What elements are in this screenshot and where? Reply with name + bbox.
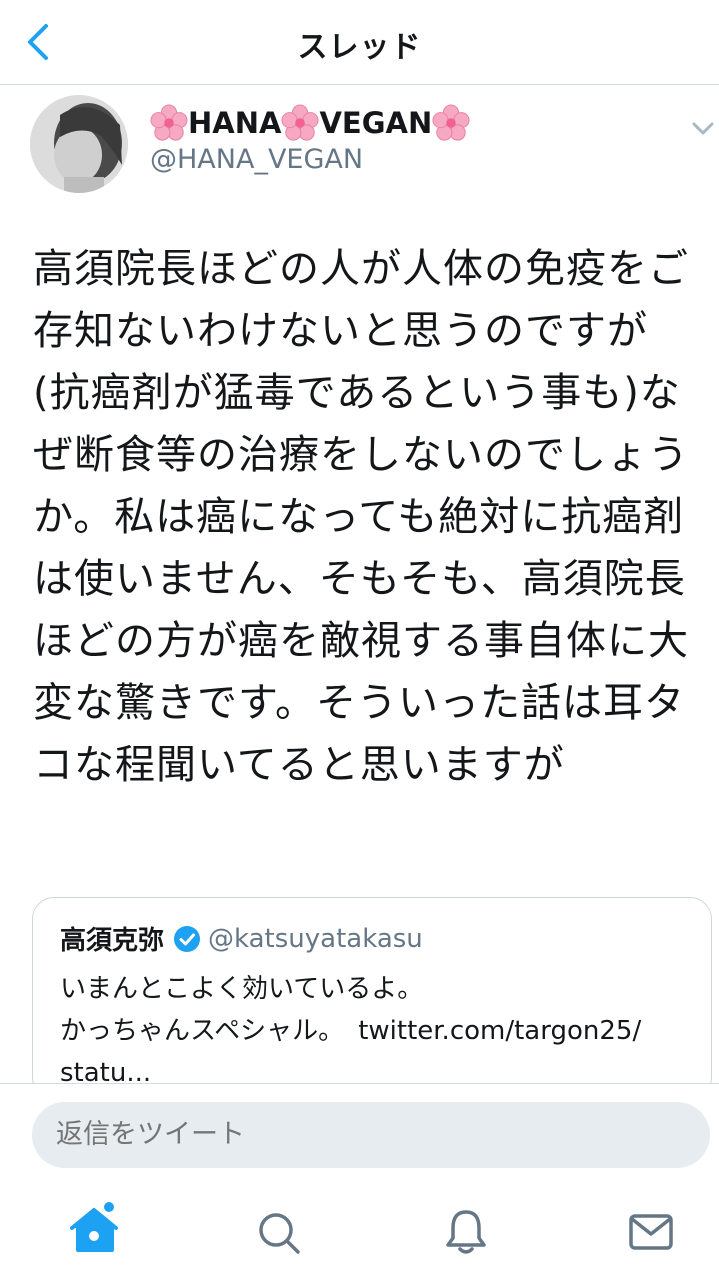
author-name[interactable]: HANA VEGAN [150, 104, 470, 142]
quoted-line-2-text: かっちゃんスペシャル。 [60, 1016, 345, 1046]
more-options-button[interactable] [688, 118, 718, 140]
messages-icon [629, 1214, 673, 1250]
chevron-down-icon [692, 122, 714, 135]
quoted-link[interactable]: twitter.com/targon25/ [358, 1016, 641, 1046]
quoted-tweet[interactable]: 高須克弥 @katsuyatakasu いまんとこよく効いているよ。 かっちゃん… [32, 897, 712, 1099]
author-handle[interactable]: @HANA_VEGAN [150, 144, 363, 175]
quoted-tweet-header: 高須克弥 @katsuyatakasu [60, 920, 423, 957]
home-icon [70, 1202, 118, 1252]
cherry-blossom-icon [150, 104, 188, 141]
display-name-part2: VEGAN [319, 106, 433, 140]
cherry-blossom-icon [281, 104, 319, 141]
cherry-blossom-icon [432, 104, 470, 141]
notifications-icon [446, 1210, 486, 1254]
avatar-photo [30, 95, 128, 193]
reply-input[interactable] [32, 1102, 710, 1168]
display-name-part1: HANA [188, 106, 282, 140]
quoted-line-2: かっちゃんスペシャル。 twitter.com/targon25/ [60, 1010, 700, 1052]
avatar[interactable] [30, 95, 128, 193]
page-title: スレッド [297, 30, 422, 65]
tweet-text: 高須院長ほどの人が人体の免疫をご存知ないわけないと思うのですが(抗癌剤が猛毒であ… [33, 246, 689, 788]
quoted-author-handle: @katsuyatakasu [208, 923, 423, 954]
tab-messages[interactable] [628, 1212, 674, 1252]
tab-notifications[interactable] [443, 1208, 489, 1256]
search-icon [259, 1213, 300, 1254]
tab-home[interactable] [70, 1200, 122, 1256]
verified-badge-icon [174, 925, 201, 952]
tab-search[interactable] [256, 1210, 302, 1256]
quoted-author-name: 高須克弥 [60, 926, 165, 956]
quoted-tweet-text: いまんとこよく効いているよ。 かっちゃんスペシャル。 twitter.com/ta… [60, 968, 700, 1094]
top-bar: スレッド [0, 0, 719, 85]
quoted-line-1: いまんとこよく効いているよ。 [60, 974, 424, 1004]
